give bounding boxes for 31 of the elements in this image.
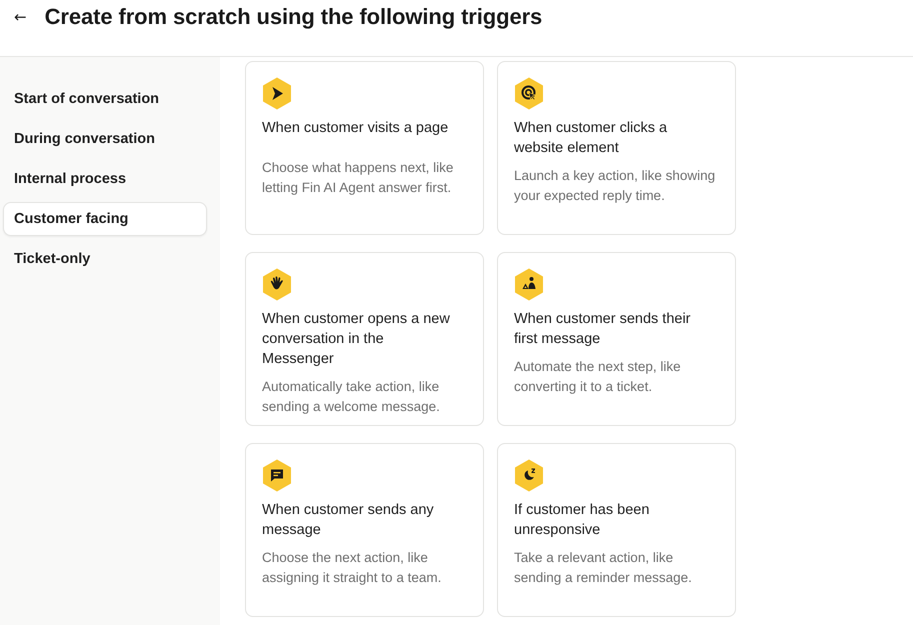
trigger-title: When customer clicks a website element: [514, 119, 668, 158]
chat-icon: [262, 459, 292, 492]
hand-icon: [262, 268, 292, 301]
trigger-description: Choose the next action, like assigning it straight to a team.: [262, 549, 442, 587]
trigger-description: Automatically take action, like sending a welcome message.: [262, 378, 441, 416]
trigger-title: When customer visits a page: [262, 119, 448, 138]
moon-icon: [514, 459, 544, 492]
trigger-title: If customer has been unresponsive: [514, 501, 650, 540]
page-title: Create from scratch using the following triggers: [44, 3, 542, 31]
click-icon: [514, 77, 544, 110]
trigger-description: Launch a key action, like showing your expected reply time.: [514, 167, 716, 205]
trigger-card[interactable]: When customer sends their first message Automate the next step, like converting it to a ticket.: [497, 252, 736, 426]
sidebar-item[interactable]: Customer facing: [3, 202, 207, 236]
sidebar-item[interactable]: During conversation: [3, 122, 207, 156]
sidebar-item[interactable]: Ticket-only: [3, 242, 207, 276]
trigger-description: Automate the next step, like converting it to a ticket.: [514, 358, 682, 396]
trigger-title: When customer sends their first message: [514, 310, 692, 349]
trigger-card[interactable]: When customer visits a page Choose what happens next, like letting Fin AI Agent answer first.: [245, 61, 484, 235]
trigger-description: Choose what happens next, like letting Fin AI Agent answer first.: [262, 159, 454, 197]
person-icon: [514, 268, 544, 301]
trigger-title: When customer sends any message: [262, 501, 435, 540]
arrow-icon: [262, 77, 292, 110]
trigger-title: When customer opens a new conversation in the Messenger: [262, 310, 451, 369]
trigger-card[interactable]: When customer clicks a website element Launch a key action, like showing your expected reply time.: [497, 61, 736, 235]
trigger-card[interactable]: If customer has been unresponsive Take a relevant action, like sending a reminder message.: [497, 443, 736, 617]
back-button[interactable]: ←: [12, 3, 29, 31]
sidebar-item[interactable]: Start of conversation: [3, 82, 207, 116]
trigger-description: Take a relevant action, like sending a reminder message.: [514, 549, 693, 587]
trigger-card[interactable]: When customer opens a new conversation in the Messenger Automatically take action, like sending a welcome message.: [245, 252, 484, 426]
sidebar-item[interactable]: Internal process: [3, 162, 207, 196]
trigger-card[interactable]: When customer sends any message Choose the next action, like assigning it straight to a team.: [245, 443, 484, 617]
